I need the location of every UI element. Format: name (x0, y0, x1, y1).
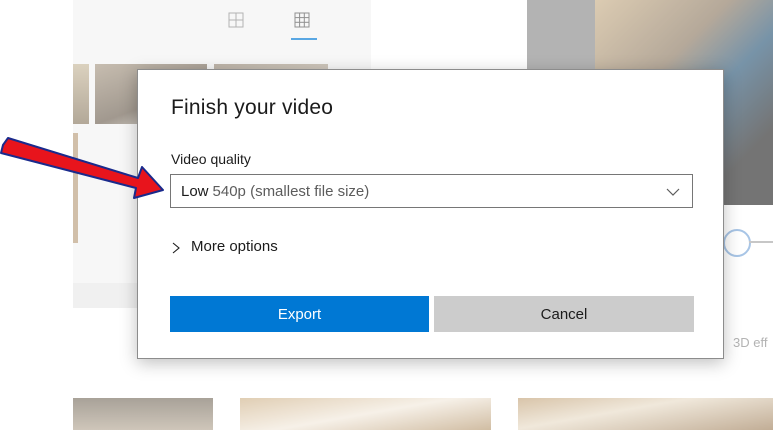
finish-video-dialog: Finish your video Video quality Low 540p… (137, 69, 724, 359)
more-options-label: More options (191, 238, 278, 255)
more-options-toggle[interactable]: More options (171, 238, 278, 255)
quality-level: Low (181, 182, 209, 200)
annotation-arrow-icon (0, 137, 164, 199)
cancel-button[interactable]: Cancel (434, 296, 694, 332)
dialog-title: Finish your video (171, 96, 334, 119)
quality-detail: 540p (smallest file size) (212, 182, 370, 200)
chevron-down-icon (666, 185, 680, 199)
export-button[interactable]: Export (170, 296, 429, 332)
video-quality-label: Video quality (171, 151, 251, 167)
chevron-right-icon (171, 240, 181, 254)
video-quality-select[interactable]: Low 540p (smallest file size) (170, 174, 693, 208)
